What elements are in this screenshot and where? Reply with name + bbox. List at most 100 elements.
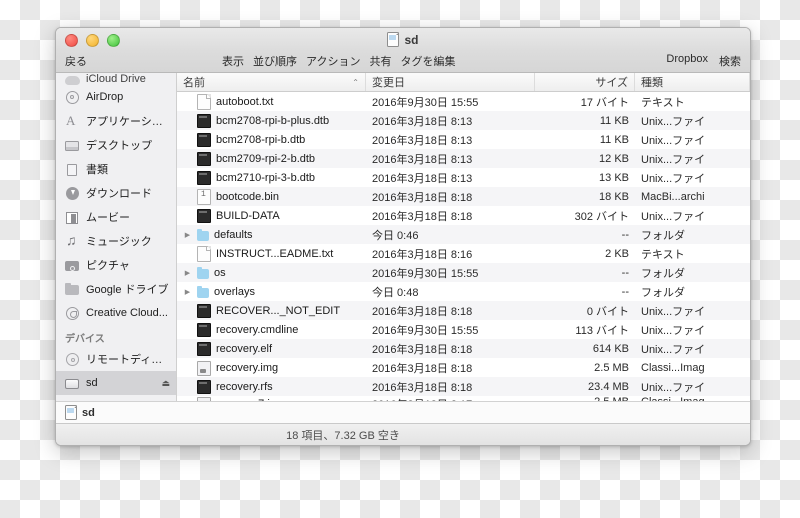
sidebar-item-label: ダウンロード: [86, 188, 152, 200]
file-rows[interactable]: ▶autoboot.txt2016年9月30日 15:5517 バイトテキスト▶…: [177, 92, 750, 401]
file-name-cell: ▶ recovery.cmdline: [177, 322, 366, 337]
unix-file-icon: [197, 323, 211, 337]
sidebar-item-desktop[interactable]: デスクトップ: [56, 133, 176, 157]
column-header-date[interactable]: 変更日: [366, 73, 535, 91]
sidebar-section-devices: デバイス: [65, 334, 105, 345]
file-name-label: recovery.img: [216, 361, 279, 374]
file-size-cell: 13 KB: [599, 171, 629, 184]
toolbar-share-button[interactable]: 共有: [369, 53, 391, 69]
disclosure-spacer: ▶: [183, 326, 192, 334]
movies-icon: [65, 210, 80, 225]
column-header-kind[interactable]: 種類: [635, 73, 750, 91]
file-size-cell: 2 KB: [605, 247, 629, 260]
disclosure-spacer: ▶: [183, 400, 192, 401]
toolbar-search-button[interactable]: 検索: [719, 53, 741, 69]
icloud-icon: [65, 76, 80, 85]
eject-icon[interactable]: ⏏: [161, 378, 170, 389]
column-header-name[interactable]: 名前 ⌃: [177, 73, 366, 91]
file-date-cell: 2016年3月18日 8:13: [372, 115, 473, 128]
sidebar-item-applications[interactable]: アプリケーション: [56, 109, 176, 133]
table-row[interactable]: ▶ recovery.img 2016年3月18日 8:18 2.5 MB Classi…: [177, 358, 750, 377]
path-bar-current[interactable]: sd: [82, 407, 95, 419]
toolbar-edit-tags-button[interactable]: タグを編集: [400, 53, 455, 69]
column-header-size-label: サイズ: [595, 77, 628, 89]
table-row[interactable]: ▶ recovery.cmdline 2016年9月30日 15:55 113 バイト…: [177, 320, 750, 339]
table-row[interactable]: ▶ recovery.rfs 2016年3月18日 8:18 23.4 MB Unix.…: [177, 377, 750, 396]
sidebar-item-pictures[interactable]: ピクチャ: [56, 253, 176, 277]
file-size-cell: 11 KB: [599, 114, 629, 127]
table-row[interactable]: ▶ INSTRUCT...EADME.txt 2016年3月18日 8:16 2 KB…: [177, 244, 750, 263]
sidebar-item-sd[interactable]: sd ⏏: [56, 371, 176, 395]
disclosure-triangle-icon[interactable]: ▶: [183, 288, 192, 296]
folder-icon: [197, 285, 209, 298]
document-icon: [197, 245, 211, 262]
table-row[interactable]: ▶ defaults 今日 0:46 -- フォルダ: [177, 225, 750, 244]
sidebar-item-airdrop[interactable]: AirDrop: [56, 85, 176, 109]
toolbar-action-button[interactable]: アクション: [306, 53, 360, 69]
table-row[interactable]: ▶ recovery.elf 2016年3月18日 8:18 614 KB Unix..…: [177, 339, 750, 358]
toolbar-sort-button[interactable]: 並び順序: [253, 53, 297, 69]
back-button[interactable]: 戻る: [65, 53, 87, 69]
disclosure-triangle-icon[interactable]: ▶: [183, 231, 192, 239]
file-name-label: os: [214, 266, 226, 279]
file-name-label: bcm2708-rpi-b.dtb: [216, 133, 306, 146]
file-name-label: bcm2710-rpi-3-b.dtb: [216, 171, 316, 184]
sidebar-item-movies[interactable]: ムービー: [56, 205, 176, 229]
sidebar-item-label: デスクトップ: [86, 140, 152, 152]
file-kind-cell: フォルダ: [641, 267, 685, 280]
file-date-cell: 今日 0:48: [372, 286, 419, 299]
file-name-label: recovery.rfs: [216, 380, 273, 393]
unix-file-icon: [197, 152, 211, 166]
file-date-cell: 2016年3月18日 8:18: [372, 210, 473, 223]
creative-cloud-icon: [65, 306, 80, 321]
sidebar-item-google-drive[interactable]: Google ドライブ: [56, 277, 176, 301]
file-name-label: BUILD-DATA: [216, 209, 280, 222]
file-date-cell: 2016年3月18日 8:13: [372, 172, 473, 185]
file-kind-cell: Unix...ファイ: [641, 153, 706, 166]
table-row[interactable]: ▶ bcm2710-rpi-3-b.dtb 2016年3月18日 8:13 13 KB…: [177, 168, 750, 187]
column-header-size[interactable]: サイズ: [535, 73, 635, 91]
table-row[interactable]: ▶ bcm2708-rpi-b-plus.dtb 2016年3月18日 8:13 11…: [177, 111, 750, 130]
sidebar-item-remote-disc[interactable]: リモートディスク: [56, 347, 176, 371]
status-bar: 18 項目、7.32 GB 空き: [56, 423, 750, 445]
table-row[interactable]: ▶ overlays 今日 0:48 -- フォルダ: [177, 282, 750, 301]
sort-ascending-icon: ⌃: [352, 77, 359, 87]
remote-disc-icon: [65, 352, 80, 367]
table-row[interactable]: ▶ bootcode.bin 2016年3月18日 8:18 18 KB MacBi..…: [177, 187, 750, 206]
disclosure-spacer: ▶: [183, 250, 192, 258]
table-row[interactable]: ▶ RECOVER..._NOT_EDIT 2016年3月18日 8:18 0 バイト…: [177, 301, 750, 320]
title-bar: sd 戻る 表示 並び順序 アクション 共有 タグを編集 Dropbox 検索: [56, 28, 750, 73]
toolbar-view-button[interactable]: 表示: [222, 53, 244, 69]
file-size-cell: --: [621, 285, 629, 298]
sidebar-item-icloud-drive[interactable]: iCloud Drive: [56, 73, 176, 85]
file-kind-cell: フォルダ: [641, 286, 685, 299]
folder-icon: [197, 266, 209, 279]
sidebar: iCloud Drive AirDrop アプリケーション デスクトップ 書類: [56, 73, 177, 401]
disclosure-spacer: ▶: [183, 364, 192, 372]
music-icon: [65, 232, 80, 249]
file-size-cell: 23.4 MB: [588, 380, 629, 393]
sidebar-item-documents[interactable]: 書類: [56, 157, 176, 181]
table-row[interactable]: ▶ bcm2709-rpi-2-b.dtb 2016年3月18日 8:13 12 KB…: [177, 149, 750, 168]
table-row[interactable]: ▶ autoboot.txt 2016年9月30日 15:55 17 バイトテキスト: [177, 92, 750, 111]
sidebar-item-label: リモートディスク: [86, 354, 170, 366]
unix-file-icon: [197, 171, 211, 185]
table-row[interactable]: ▶ recovery7.img 2016年3月18日 8:172.5 MBClass…: [177, 396, 750, 401]
sidebar-item-label: アプリケーション: [86, 116, 170, 128]
sidebar-item-creative-cloud[interactable]: Creative Cloud...: [56, 301, 176, 325]
column-header-name-label: 名前: [183, 77, 205, 89]
table-row[interactable]: ▶ BUILD-DATA 2016年3月18日 8:18 302 バイト Unix...…: [177, 206, 750, 225]
sidebar-item-music[interactable]: ミュージック: [56, 229, 176, 253]
file-name-cell: ▶ overlays: [177, 285, 366, 298]
file-date-cell: 2016年3月18日 8:17: [366, 396, 535, 401]
sidebar-item-label: Google ドライブ: [86, 284, 169, 296]
sidebar-item-downloads[interactable]: ダウンロード: [56, 181, 176, 205]
table-row[interactable]: ▶ os 2016年9月30日 15:55 -- フォルダ: [177, 263, 750, 282]
disclosure-spacer: ▶: [183, 155, 192, 163]
table-row[interactable]: ▶ bcm2708-rpi-b.dtb 2016年3月18日 8:13 11 KB Un…: [177, 130, 750, 149]
unix-file-icon: [197, 342, 211, 356]
sd-card-icon: [65, 405, 77, 420]
toolbar-dropbox-button[interactable]: Dropbox: [666, 53, 708, 69]
file-date-cell: 2016年3月18日 8:13: [372, 134, 473, 147]
disclosure-triangle-icon[interactable]: ▶: [183, 269, 192, 277]
